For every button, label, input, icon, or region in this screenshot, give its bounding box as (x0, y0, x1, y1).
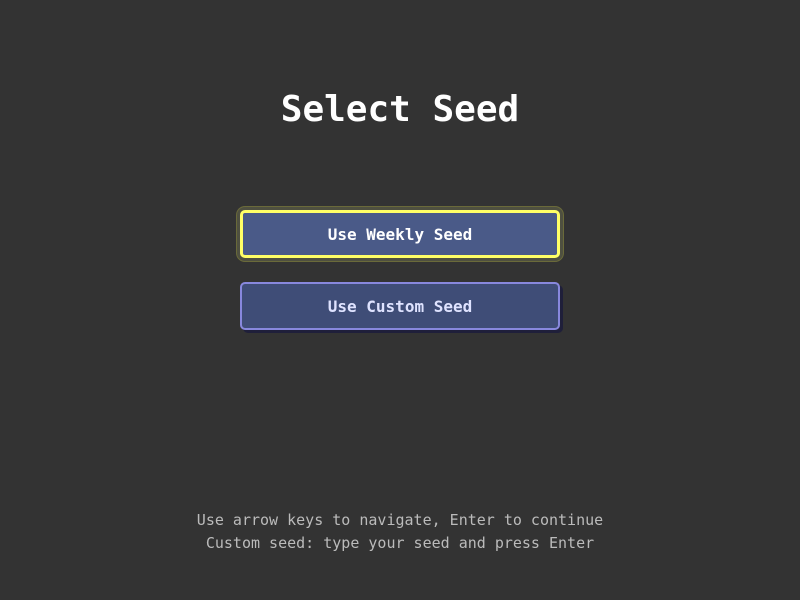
seed-menu: Use Weekly Seed Use Custom Seed (240, 210, 560, 354)
page-title: Select Seed (280, 89, 520, 130)
seed-select-screen: Select Seed Use Weekly Seed Use Custom S… (0, 0, 800, 600)
use-custom-seed-button[interactable]: Use Custom Seed (240, 282, 560, 330)
use-weekly-seed-button[interactable]: Use Weekly Seed (240, 210, 560, 258)
custom-seed-hint: Custom seed: type your seed and press En… (205, 534, 595, 552)
navigation-hint: Use arrow keys to navigate, Enter to con… (196, 511, 604, 529)
controls-hint: Use arrow keys to navigate, Enter to con… (0, 509, 800, 555)
